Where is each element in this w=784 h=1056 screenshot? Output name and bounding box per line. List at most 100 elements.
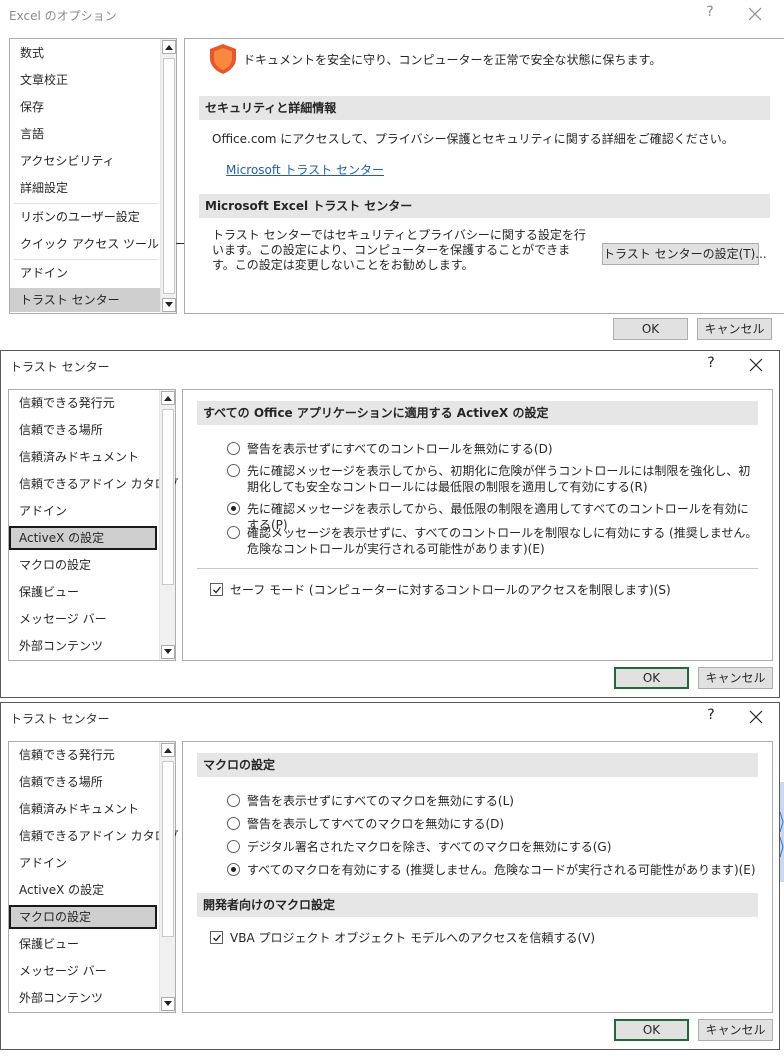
nav-item-save[interactable]: 保存 (10, 95, 44, 119)
safe-mode-checkbox[interactable] (210, 583, 223, 596)
nav-separator (14, 259, 158, 260)
nav-item-external-content[interactable]: 外部コンテンツ (9, 634, 103, 658)
security-info-text: Office.com にアクセスして、プライバシー保護とセキュリティに関する詳細… (212, 132, 734, 146)
nav-item-trusted-addin-catalogs[interactable]: 信頼できるアドイン カタログ (9, 824, 179, 848)
nav-item-trusted-addin-catalogs[interactable]: 信頼できるアドイン カタログ (9, 472, 179, 496)
nav-item-trust-center[interactable]: トラスト センター (10, 288, 160, 312)
radio-button-selected[interactable] (227, 863, 240, 876)
help-button[interactable]: ? (699, 707, 723, 723)
section-security-info: セキュリティと詳細情報 (199, 96, 770, 120)
nav-item-trusted-publishers[interactable]: 信頼できる発行元 (9, 391, 115, 415)
radio-option-prompt-safe-controls[interactable]: 先に確認メッセージを表示してから、初期化に危険が伴うコントロールには制限を強化し… (227, 463, 758, 495)
nav-item-trusted-documents[interactable]: 信頼済みドキュメント (9, 797, 139, 821)
radio-option-enable-all-macros[interactable]: すべてのマクロを有効にする (推奨しません。危険なコードが実行される可能性があり… (227, 862, 758, 878)
radio-button[interactable] (227, 526, 240, 539)
close-button[interactable] (744, 705, 768, 729)
nav-item-macro-settings[interactable]: マクロの設定 (9, 553, 91, 577)
trust-center-description: トラスト センターではセキュリティとプライバシーに関する設定を行います。この設定… (212, 228, 586, 272)
help-button[interactable]: ? (699, 355, 723, 371)
nav-item-proofing[interactable]: 文章校正 (10, 68, 68, 92)
close-button[interactable] (743, 2, 767, 26)
cancel-button[interactable]: キャンセル (697, 318, 772, 340)
vba-access-checkbox-row[interactable]: VBA プロジェクト オブジェクト モデルへのアクセスを信頼する(V) (210, 930, 750, 946)
scroll-thumb[interactable] (163, 58, 175, 294)
nav-item-protected-view[interactable]: 保護ビュー (9, 932, 79, 956)
scroll-down-button[interactable] (161, 645, 175, 659)
scroll-down-button[interactable] (162, 298, 176, 312)
radio-label: 警告を表示してすべてのマクロを無効にする(D) (247, 817, 505, 831)
nav-item-activex-settings[interactable]: ActiveX の設定 (9, 878, 104, 902)
nav-scrollbar[interactable] (159, 390, 175, 660)
nav-item-external-content[interactable]: 外部コンテンツ (9, 986, 103, 1010)
title-bar: トラスト センター ? (1, 351, 779, 383)
nav-scrollbar[interactable] (160, 39, 176, 313)
nav-item-advanced[interactable]: 詳細設定 (10, 176, 68, 200)
ms-trust-center-link[interactable]: Microsoft トラスト センター (226, 161, 384, 178)
triangle-down-icon (165, 302, 173, 307)
nav-scrollbar[interactable] (159, 742, 175, 1012)
ok-button[interactable]: OK (614, 667, 689, 689)
radio-button[interactable] (227, 464, 240, 477)
shield-icon (210, 44, 236, 74)
radio-option-disable-except-signed[interactable]: デジタル署名されたマクロを除き、すべてのマクロを無効にする(G) (227, 839, 758, 855)
scroll-up-button[interactable] (161, 743, 175, 757)
radio-option-prompt-enable-all[interactable]: 先に確認メッセージを表示してから、最低限の制限を適用してすべてのコントロールを有… (227, 501, 758, 532)
close-button[interactable] (744, 353, 768, 377)
activex-settings-panel: すべての Office アプリケーションに適用する ActiveX の設定 警告… (182, 389, 773, 661)
help-button[interactable]: ? (698, 4, 722, 20)
radio-label: 警告を表示せずにすべてのコントロールを無効にする(D) (247, 442, 553, 456)
triangle-up-icon (164, 396, 172, 401)
nav-item-addins[interactable]: アドイン (9, 851, 67, 875)
close-icon (749, 710, 763, 724)
radio-button-selected[interactable] (227, 502, 240, 515)
vba-access-checkbox[interactable] (210, 931, 223, 944)
nav-item-message-bar[interactable]: メッセージ バー (9, 959, 107, 983)
checkmark-icon (213, 934, 222, 942)
nav-item-trusted-documents[interactable]: 信頼済みドキュメント (9, 445, 139, 469)
radio-button[interactable] (227, 794, 240, 807)
scroll-thumb[interactable] (162, 761, 174, 937)
nav-item-accessibility[interactable]: アクセシビリティ (10, 149, 115, 173)
checkmark-icon (213, 586, 222, 594)
cancel-button[interactable]: キャンセル (698, 667, 773, 689)
dialog-title: トラスト センター (10, 360, 110, 374)
nav-item-trusted-locations[interactable]: 信頼できる場所 (9, 418, 103, 442)
nav-item-trusted-locations[interactable]: 信頼できる場所 (9, 770, 103, 794)
scroll-up-button[interactable] (161, 391, 175, 405)
radio-button[interactable] (227, 442, 240, 455)
header-description: ドキュメントを安全に守り、コンピューターを正常で安全な状態に保ちます。 (243, 53, 662, 67)
triangle-up-icon (164, 748, 172, 753)
nav-item-addins[interactable]: アドイン (10, 261, 68, 285)
trust-center-nav: 信頼できる発行元 信頼できる場所 信頼済みドキュメント 信頼できるアドイン カタ… (8, 741, 179, 1013)
scroll-up-button[interactable] (162, 40, 176, 54)
nav-item-language[interactable]: 言語 (10, 122, 44, 146)
section-excel-trust-center: Microsoft Excel トラスト センター (199, 194, 770, 218)
scroll-thumb[interactable] (162, 409, 174, 585)
trust-center-settings-button[interactable]: トラスト センターの設定(T)... (602, 243, 767, 265)
trust-center-activex-dialog: トラスト センター ? 信頼できる発行元 信頼できる場所 信頼済みドキュメント … (0, 350, 780, 698)
safe-mode-checkbox-row[interactable]: セーフ モード (コンピューターに対するコントロールのアクセスを制限します)(S… (210, 582, 750, 598)
ok-button[interactable]: OK (613, 318, 688, 340)
ok-button[interactable]: OK (614, 1019, 689, 1041)
options-nav: 数式 文章校正 保存 言語 アクセシビリティ 詳細設定 リボンのユーザー設定 ク… (9, 38, 187, 314)
triangle-up-icon (165, 45, 173, 50)
radio-button[interactable] (227, 817, 240, 830)
nav-item-formulas[interactable]: 数式 (10, 41, 44, 65)
scroll-down-button[interactable] (161, 997, 175, 1011)
radio-button[interactable] (227, 840, 240, 853)
radio-option-disable-with-notification[interactable]: 警告を表示してすべてのマクロを無効にする(D) (227, 816, 758, 832)
title-bar: Excel のオプション ? (0, 0, 780, 32)
triangle-down-icon (164, 649, 172, 654)
nav-item-macro-settings[interactable]: マクロの設定 (9, 905, 157, 929)
radio-option-disable-without-notification[interactable]: 警告を表示せずにすべてのマクロを無効にする(L) (227, 793, 758, 809)
nav-item-activex-settings[interactable]: ActiveX の設定 (9, 526, 157, 550)
nav-item-protected-view[interactable]: 保護ビュー (9, 580, 79, 604)
nav-item-customize-ribbon[interactable]: リボンのユーザー設定 (10, 205, 140, 229)
radio-option-enable-all-no-prompt[interactable]: 確認メッセージを表示せずに、すべてのコントロールを制限なしに有効にする (推奨し… (227, 525, 758, 557)
nav-item-trusted-publishers[interactable]: 信頼できる発行元 (9, 743, 115, 767)
radio-option-disable-all-controls[interactable]: 警告を表示せずにすべてのコントロールを無効にする(D) (227, 441, 758, 457)
nav-item-addins[interactable]: アドイン (9, 499, 67, 523)
radio-label: 先に確認メッセージを表示してから、初期化に危険が伴うコントロールには制限を強化し… (247, 464, 751, 494)
nav-item-message-bar[interactable]: メッセージ バー (9, 607, 107, 631)
cancel-button[interactable]: キャンセル (698, 1019, 773, 1041)
